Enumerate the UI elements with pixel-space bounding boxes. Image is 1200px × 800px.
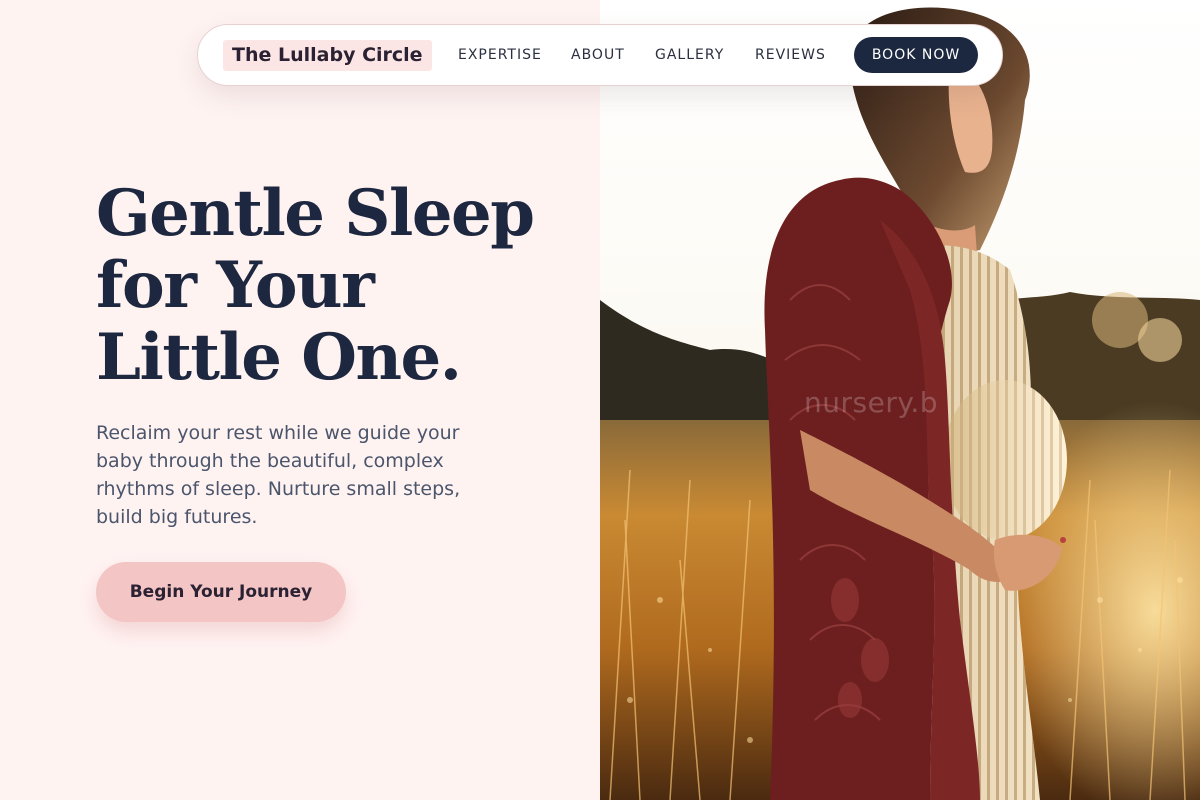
hero-title-line: for Your xyxy=(96,248,375,323)
hero-title-line: Little One. xyxy=(96,320,462,395)
hero-title: Gentle Sleep for Your Little One. xyxy=(96,178,566,394)
nav-link-reviews[interactable]: REVIEWS xyxy=(755,46,826,64)
hero-title-line: Gentle Sleep xyxy=(96,176,535,251)
hero-photo: nursery.b xyxy=(600,0,1200,800)
brand-logo[interactable]: The Lullaby Circle xyxy=(223,40,432,71)
begin-journey-button[interactable]: Begin Your Journey xyxy=(96,562,346,622)
hero-subtitle: Reclaim your rest while we guide your ba… xyxy=(96,422,461,528)
nav-link-expertise[interactable]: EXPERTISE xyxy=(458,46,542,64)
nav-link-about[interactable]: ABOUT xyxy=(571,46,625,64)
photo-watermark: nursery.b xyxy=(804,386,939,419)
hero-left-panel xyxy=(0,0,600,800)
nav-link-gallery[interactable]: GALLERY xyxy=(655,46,724,64)
top-navbar: The Lullaby Circle EXPERTISE ABOUT GALLE… xyxy=(197,24,1003,86)
book-now-button[interactable]: BOOK NOW xyxy=(854,37,978,73)
